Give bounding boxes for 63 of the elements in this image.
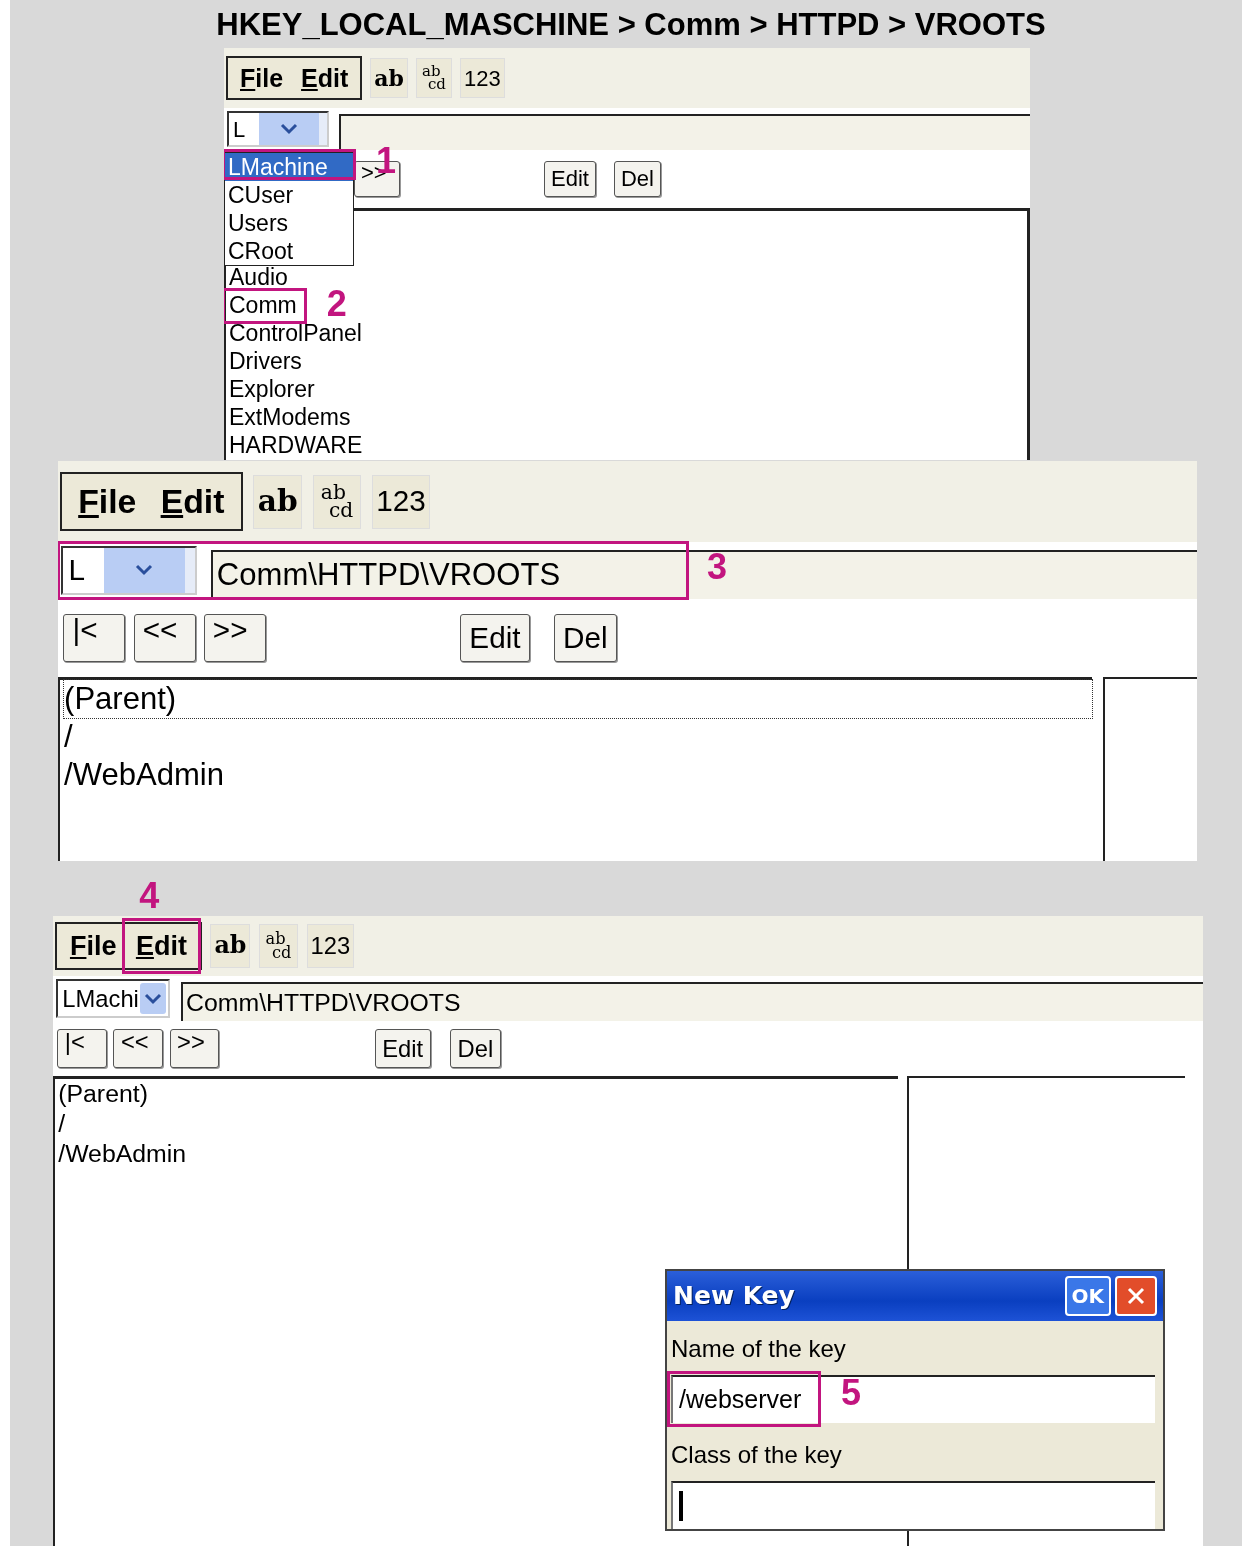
- menu-item[interactable]: Edit: [297, 63, 353, 93]
- nav-button[interactable]: <<: [133, 613, 196, 663]
- list-item[interactable]: Drivers: [229, 347, 302, 375]
- heading: HKEY_LOCAL_MASCHINE > Comm > HTTPD > VROOTS: [215, 6, 1047, 44]
- list-item[interactable]: /WebAdmin: [64, 755, 224, 794]
- action-button[interactable]: Del: [553, 613, 617, 663]
- nav-button[interactable]: >>: [169, 1029, 220, 1068]
- list-item[interactable]: /WebAdmin: [58, 1139, 187, 1170]
- nav-button[interactable]: |<: [63, 613, 126, 663]
- toolbar-button[interactable]: ab cd: [415, 58, 452, 98]
- action-button[interactable]: Del: [450, 1029, 501, 1068]
- field-label: Class of the key: [670, 1440, 843, 1470]
- list-item[interactable]: ExtModems: [229, 403, 351, 431]
- list-item[interactable]: /: [64, 717, 73, 756]
- text-cursor: [679, 1491, 683, 1521]
- nav-button[interactable]: >>: [203, 613, 266, 663]
- list-item[interactable]: Audio: [229, 263, 288, 291]
- close-button[interactable]: [1115, 1276, 1157, 1316]
- list-item[interactable]: Explorer: [229, 375, 315, 403]
- toolbar-button[interactable]: 123: [306, 924, 355, 968]
- action-button[interactable]: Edit: [544, 161, 596, 197]
- close-icon: [1126, 1286, 1146, 1306]
- annotation-number: 2: [326, 286, 347, 322]
- dropdown-field[interactable]: L: [227, 111, 329, 147]
- list-item[interactable]: Comm: [229, 291, 297, 319]
- nav-button[interactable]: <<: [113, 1029, 164, 1068]
- list-item[interactable]: (Parent): [58, 1079, 148, 1110]
- field-label: Name of the key: [670, 1334, 847, 1364]
- dropdown-item[interactable]: CUser: [225, 181, 353, 209]
- annotation-number: 4: [139, 877, 160, 914]
- action-button[interactable]: Edit: [374, 1029, 431, 1068]
- toolbar-button[interactable]: ab cd: [312, 474, 362, 529]
- list-item[interactable]: ControlPanel: [229, 319, 362, 347]
- action-button[interactable]: Del: [613, 161, 661, 197]
- toolbar-button[interactable]: 123: [372, 474, 430, 529]
- toolbar-button[interactable]: ab: [253, 474, 302, 529]
- list-item[interactable]: HARDWARE: [229, 431, 363, 459]
- list-item[interactable]: (Parent): [64, 680, 1092, 718]
- annotation-number: 5: [841, 1375, 862, 1411]
- chevron-down-icon: [280, 123, 298, 135]
- dialog-title: New Key: [673, 1280, 796, 1313]
- menu-item[interactable]: Edit: [131, 929, 192, 963]
- dropdown-field[interactable]: L: [61, 546, 198, 595]
- menu-item[interactable]: File: [236, 63, 288, 93]
- toolbar-button[interactable]: ab: [210, 924, 251, 968]
- list-item[interactable]: /: [58, 1109, 66, 1140]
- path-field[interactable]: Comm\HTTPD\VROOTS: [180, 982, 1203, 1021]
- nav-button[interactable]: |<: [57, 1029, 107, 1068]
- menu-item[interactable]: File: [72, 481, 142, 522]
- menu-item[interactable]: File: [65, 929, 121, 963]
- input-field[interactable]: [671, 1481, 1155, 1529]
- annotation-number: 3: [707, 549, 728, 586]
- dropdown-item[interactable]: CRoot: [225, 237, 353, 265]
- toolbar-button[interactable]: ab cd: [259, 924, 298, 968]
- dropdown-field[interactable]: LMachi: [56, 979, 170, 1018]
- ok-button[interactable]: OK: [1064, 1276, 1111, 1316]
- chevron-down-icon: [135, 564, 154, 577]
- chevron-down-icon: [144, 992, 162, 1005]
- toolbar-button[interactable]: ab: [370, 58, 408, 98]
- menu-item[interactable]: Edit: [155, 481, 230, 522]
- action-button[interactable]: Edit: [460, 613, 530, 663]
- toolbar-button[interactable]: 123: [459, 58, 505, 98]
- dropdown-item[interactable]: Users: [225, 209, 353, 237]
